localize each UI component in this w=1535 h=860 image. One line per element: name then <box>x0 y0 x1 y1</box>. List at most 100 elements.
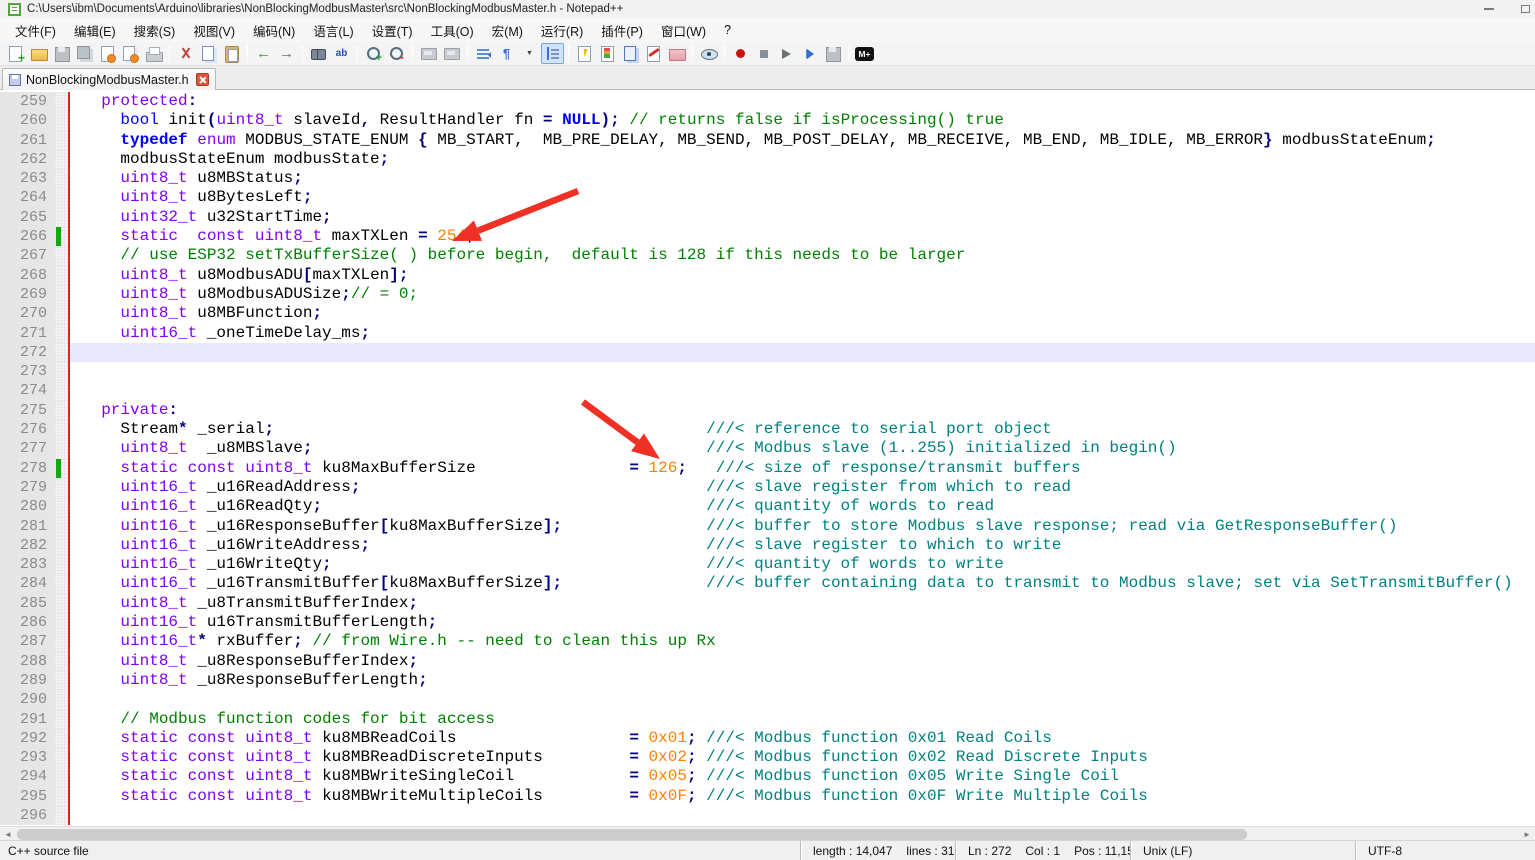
code-text[interactable]: uint16_t _oneTimeDelay_ms; <box>68 324 1535 343</box>
code-text[interactable]: uint8_t _u8ResponseBufferIndex; <box>68 652 1535 671</box>
code-text[interactable] <box>68 806 1535 825</box>
show-symbol-dropdown-button[interactable] <box>518 43 541 64</box>
code-line-287[interactable]: 287 uint16_t* rxBuffer; // from Wire.h -… <box>0 632 1535 651</box>
code-line-276[interactable]: 276 Stream* _serial; ///< reference to s… <box>0 420 1535 439</box>
print-button[interactable] <box>142 43 165 64</box>
line-number-284[interactable]: 284 <box>0 574 55 593</box>
code-text[interactable]: bool init(uint8_t slaveId, ResultHandler… <box>68 111 1535 130</box>
show-all-chars-button[interactable] <box>495 43 518 64</box>
folder-as-workspace-button[interactable] <box>665 43 688 64</box>
bookmark-margin[interactable] <box>55 285 68 304</box>
code-text[interactable]: uint8_t u8MBFunction; <box>68 304 1535 323</box>
code-line-290[interactable]: 290 <box>0 690 1535 709</box>
minimize-button[interactable] <box>1475 0 1503 18</box>
restore-button[interactable] <box>1511 0 1535 18</box>
menu-item-5[interactable]: 语言(L) <box>304 18 362 43</box>
line-number-289[interactable]: 289 <box>0 671 55 690</box>
line-number-296[interactable]: 296 <box>0 806 55 825</box>
line-number-268[interactable]: 268 <box>0 266 55 285</box>
save-button[interactable] <box>50 43 73 64</box>
cut-button[interactable] <box>174 43 197 64</box>
bookmark-margin[interactable] <box>55 517 68 536</box>
menu-item-2[interactable]: 搜索(S) <box>125 18 185 43</box>
bookmark-margin[interactable] <box>55 652 68 671</box>
code-text[interactable]: modbusStateEnum modbusState; <box>68 150 1535 169</box>
code-text[interactable]: uint16_t _u16WriteAddress; ///< slave re… <box>68 536 1535 555</box>
code-text[interactable]: Stream* _serial; ///< reference to seria… <box>68 420 1535 439</box>
code-text[interactable] <box>68 381 1535 400</box>
code-line-283[interactable]: 283 uint16_t _u16WriteQty; ///< quantity… <box>0 555 1535 574</box>
bookmark-margin[interactable] <box>55 806 68 825</box>
line-number-279[interactable]: 279 <box>0 478 55 497</box>
code-line-270[interactable]: 270 uint8_t u8MBFunction; <box>0 304 1535 323</box>
zoom-out-button[interactable] <box>385 43 408 64</box>
close-all-button[interactable] <box>119 43 142 64</box>
line-number-280[interactable]: 280 <box>0 497 55 516</box>
bookmark-margin[interactable] <box>55 497 68 516</box>
code-text[interactable]: static const uint8_t ku8MBReadCoils = 0x… <box>68 729 1535 748</box>
line-number-263[interactable]: 263 <box>0 169 55 188</box>
word-wrap-button[interactable] <box>472 43 495 64</box>
line-number-277[interactable]: 277 <box>0 439 55 458</box>
bookmark-margin[interactable] <box>55 748 68 767</box>
menu-item-6[interactable]: 设置(T) <box>363 18 422 43</box>
code-text[interactable]: uint8_t _u8MBSlave; ///< Modbus slave (1… <box>68 439 1535 458</box>
code-text[interactable] <box>68 690 1535 709</box>
bookmark-margin[interactable] <box>55 246 68 265</box>
code-line-275[interactable]: 275 private: <box>0 401 1535 420</box>
code-line-292[interactable]: 292 static const uint8_t ku8MBReadCoils … <box>0 729 1535 748</box>
bookmark-margin[interactable] <box>55 574 68 593</box>
code-text[interactable]: typedef enum MODBUS_STATE_ENUM { MB_STAR… <box>68 131 1535 150</box>
line-number-276[interactable]: 276 <box>0 420 55 439</box>
sync-scroll-h-button[interactable] <box>440 43 463 64</box>
bookmark-margin[interactable] <box>55 208 68 227</box>
new-file-button[interactable] <box>4 43 27 64</box>
code-text[interactable]: uint8_t _u8TransmitBufferIndex; <box>68 594 1535 613</box>
code-text[interactable]: static const uint8_t ku8MBWriteSingleCoi… <box>68 767 1535 786</box>
code-text[interactable]: uint16_t _u16TransmitBuffer[ku8MaxBuffer… <box>68 574 1535 593</box>
redo-button[interactable] <box>275 43 298 64</box>
line-number-273[interactable]: 273 <box>0 362 55 381</box>
bookmark-margin[interactable] <box>55 362 68 381</box>
code-text[interactable]: protected: <box>68 92 1535 111</box>
code-line-282[interactable]: 282 uint16_t _u16WriteAddress; ///< slav… <box>0 536 1535 555</box>
code-line-295[interactable]: 295 static const uint8_t ku8MBWriteMulti… <box>0 787 1535 806</box>
code-line-273[interactable]: 273 <box>0 362 1535 381</box>
line-number-278[interactable]: 278 <box>0 459 55 478</box>
code-line-291[interactable]: 291 // Modbus function codes for bit acc… <box>0 710 1535 729</box>
line-number-262[interactable]: 262 <box>0 150 55 169</box>
code-line-284[interactable]: 284 uint16_t _u16TransmitBuffer[ku8MaxBu… <box>0 574 1535 593</box>
menu-item-4[interactable]: 编码(N) <box>244 18 304 43</box>
code-text[interactable]: // Modbus function codes for bit access <box>68 710 1535 729</box>
line-number-271[interactable]: 271 <box>0 324 55 343</box>
bookmark-margin[interactable] <box>55 767 68 786</box>
code-text[interactable]: uint16_t _u16ReadQty; ///< quantity of w… <box>68 497 1535 516</box>
line-number-283[interactable]: 283 <box>0 555 55 574</box>
bookmark-margin[interactable] <box>55 690 68 709</box>
markdown-plus-button[interactable] <box>853 43 876 64</box>
code-line-280[interactable]: 280 uint16_t _u16ReadQty; ///< quantity … <box>0 497 1535 516</box>
bookmark-margin[interactable] <box>55 266 68 285</box>
menu-item-8[interactable]: 宏(M) <box>483 18 532 43</box>
line-number-275[interactable]: 275 <box>0 401 55 420</box>
menu-item-11[interactable]: 窗口(W) <box>652 18 715 43</box>
preview-eye-button[interactable] <box>697 43 720 64</box>
line-number-264[interactable]: 264 <box>0 188 55 207</box>
menu-item-12[interactable]: ? <box>715 20 740 40</box>
bookmark-margin[interactable] <box>55 227 68 246</box>
code-text[interactable]: uint16_t _u16WriteQty; ///< quantity of … <box>68 555 1535 574</box>
code-line-269[interactable]: 269 uint8_t u8ModbusADUSize;// = 0; <box>0 285 1535 304</box>
bookmark-margin[interactable] <box>55 632 68 651</box>
line-number-270[interactable]: 270 <box>0 304 55 323</box>
bookmark-margin[interactable] <box>55 324 68 343</box>
code-line-265[interactable]: 265 uint32_t u32StartTime; <box>0 208 1535 227</box>
macro-record-button[interactable] <box>729 43 752 64</box>
line-number-282[interactable]: 282 <box>0 536 55 555</box>
macro-save-button[interactable] <box>821 43 844 64</box>
code-line-262[interactable]: 262 modbusStateEnum modbusState; <box>0 150 1535 169</box>
line-number-288[interactable]: 288 <box>0 652 55 671</box>
bookmark-margin[interactable] <box>55 729 68 748</box>
code-line-293[interactable]: 293 static const uint8_t ku8MBReadDiscre… <box>0 748 1535 767</box>
code-line-261[interactable]: 261 typedef enum MODBUS_STATE_ENUM { MB_… <box>0 131 1535 150</box>
code-text[interactable]: uint8_t u8MBStatus; <box>68 169 1535 188</box>
